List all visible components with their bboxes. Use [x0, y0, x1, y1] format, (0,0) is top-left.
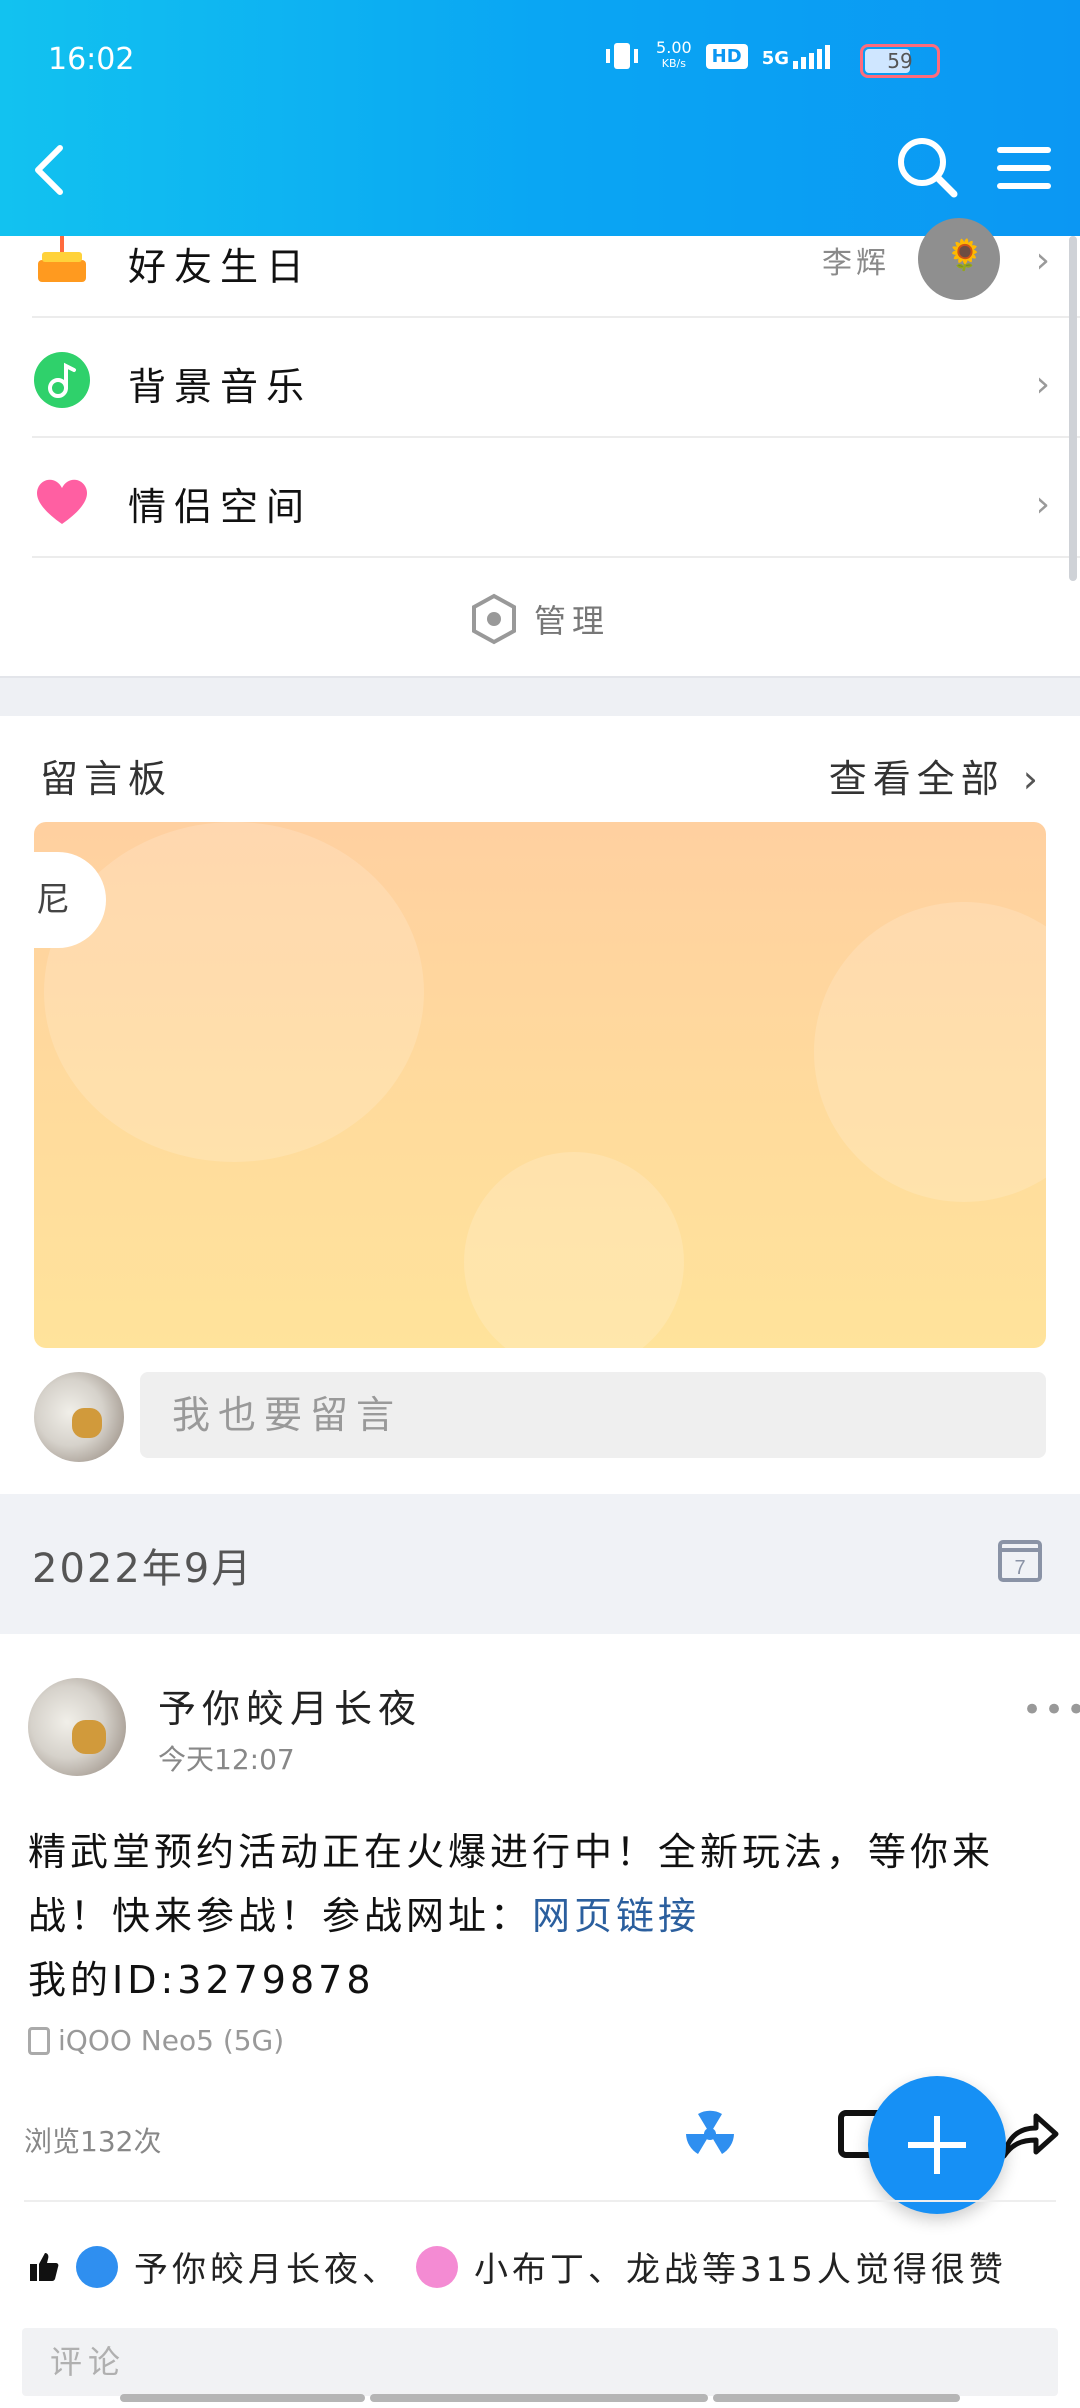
hexagon-settings-icon — [471, 593, 516, 645]
status-time: 16:02 — [48, 42, 135, 77]
month-header: 2022年9月 7 — [0, 1494, 1080, 1634]
birthday-friend-name: 李辉 — [822, 246, 890, 281]
list-item-label: 好友生日 — [128, 245, 313, 289]
post-text-line2: 我的ID:3279878 — [28, 1958, 375, 2002]
battery-icon: 59 — [860, 44, 940, 78]
music-note-icon — [34, 352, 90, 408]
post-author-name[interactable]: 予你皎月长夜 — [158, 1678, 422, 1733]
view-count: 浏览132次 — [24, 2125, 162, 2158]
liker-avatar — [76, 2245, 118, 2288]
manage-button[interactable]: 管理 — [0, 560, 1080, 678]
cake-icon — [38, 236, 86, 282]
month-label: 2022年9月 — [32, 1546, 254, 1592]
net-speed-unit: KB/s — [661, 57, 686, 70]
calendar-day: 7 — [1014, 1557, 1025, 1579]
chevron-right-icon: › — [1035, 240, 1050, 281]
bottom-indicator — [120, 2394, 365, 2402]
view-all-label: 查看全部 — [828, 757, 1005, 801]
net-speed-value: 5.00 — [656, 38, 692, 57]
chevron-right-icon: › — [1035, 364, 1050, 405]
card-decoration — [464, 1152, 684, 1348]
post-text: 精武堂预约活动正在火爆进行中！全新玩法，等你来战！快来参战！参战网址： — [28, 1830, 995, 1938]
hd-badge: HD — [705, 43, 748, 69]
comment-input[interactable]: 评论 — [22, 2328, 1058, 2396]
list-item-background-music[interactable]: 背景音乐 › — [32, 318, 1080, 438]
vibrate-icon — [606, 43, 639, 69]
guestbook-title: 留言板 — [40, 757, 173, 801]
bottom-indicator — [370, 2394, 708, 2402]
chevron-right-icon: › — [1035, 484, 1050, 525]
my-avatar[interactable] — [34, 1372, 124, 1462]
signal-group: 5G — [762, 43, 830, 69]
phone-icon — [28, 2026, 50, 2055]
bottom-indicator — [713, 2394, 960, 2402]
list-item-couple-space[interactable]: 情侣空间 › — [32, 438, 1080, 558]
add-button[interactable] — [868, 2076, 1006, 2214]
view-all-link[interactable]: 查看全部 › — [829, 748, 1044, 803]
guestbook-card[interactable]: 尼 — [34, 822, 1046, 1348]
radiation-icon[interactable] — [680, 2104, 740, 2164]
guestbook-input[interactable]: 我也要留言 — [140, 1372, 1046, 1458]
divider — [24, 2200, 1056, 2202]
post-content: 精武堂预约活动正在火爆进行中！全新玩法，等你来战！快来参战！参战网址：网页链接 … — [28, 1820, 1048, 2012]
friend-avatar: 🌻 — [918, 218, 1000, 300]
list-item-label: 情侣空间 — [128, 485, 313, 529]
calendar-icon[interactable]: 7 — [996, 1536, 1044, 1584]
card-decoration — [814, 902, 1046, 1202]
list-item-label: 背景音乐 — [128, 365, 313, 409]
network-type: 5G — [761, 48, 789, 69]
likes-summary: 小布丁、龙战等315人觉得很赞 — [474, 2250, 1007, 2290]
list-item-friend-birthday[interactable]: 好友生日 李辉 🌻 › — [32, 218, 1080, 318]
liker-avatar — [416, 2245, 458, 2288]
manage-label: 管理 — [533, 602, 610, 640]
top-header: 16:02 5.00 KB/s HD 5G 59 — [0, 0, 1080, 236]
post-time: 今天12:07 — [158, 1743, 295, 1776]
back-icon[interactable] — [22, 138, 82, 198]
thumbs-up-icon — [30, 2252, 59, 2281]
status-bar: 16:02 5.00 KB/s HD 5G 59 — [0, 0, 1080, 120]
liker-name-1: 予你皎月长夜、 — [134, 2250, 400, 2290]
card-decoration — [44, 822, 424, 1162]
menu-icon[interactable] — [992, 138, 1056, 198]
post-link[interactable]: 网页链接 — [532, 1894, 700, 1938]
function-list: 好友生日 李辉 🌻 › 背景音乐 › 情侣空间 › — [0, 218, 1080, 558]
scrollbar[interactable] — [1069, 236, 1077, 581]
share-icon[interactable] — [998, 2104, 1062, 2164]
battery-level: 59 — [887, 49, 913, 73]
more-options-icon[interactable]: ••• — [1022, 1690, 1080, 1730]
likes-row[interactable]: 予你皎月长夜、 小布丁、龙战等315人觉得很赞 — [28, 2242, 1007, 2291]
search-icon[interactable] — [892, 132, 962, 202]
post-device: iQOO Neo5 (5G) — [28, 2024, 284, 2057]
signal-icon — [793, 43, 830, 69]
status-icons: 5.00 KB/s HD 5G — [602, 40, 830, 72]
section-divider — [0, 676, 1080, 716]
net-speed: 5.00 KB/s — [656, 40, 692, 72]
device-label: iQOO Neo5 (5G) — [58, 2024, 285, 2057]
post-author-avatar[interactable] — [28, 1678, 126, 1776]
heart-icon — [37, 479, 87, 524]
chevron-right-icon: › — [1004, 757, 1044, 801]
